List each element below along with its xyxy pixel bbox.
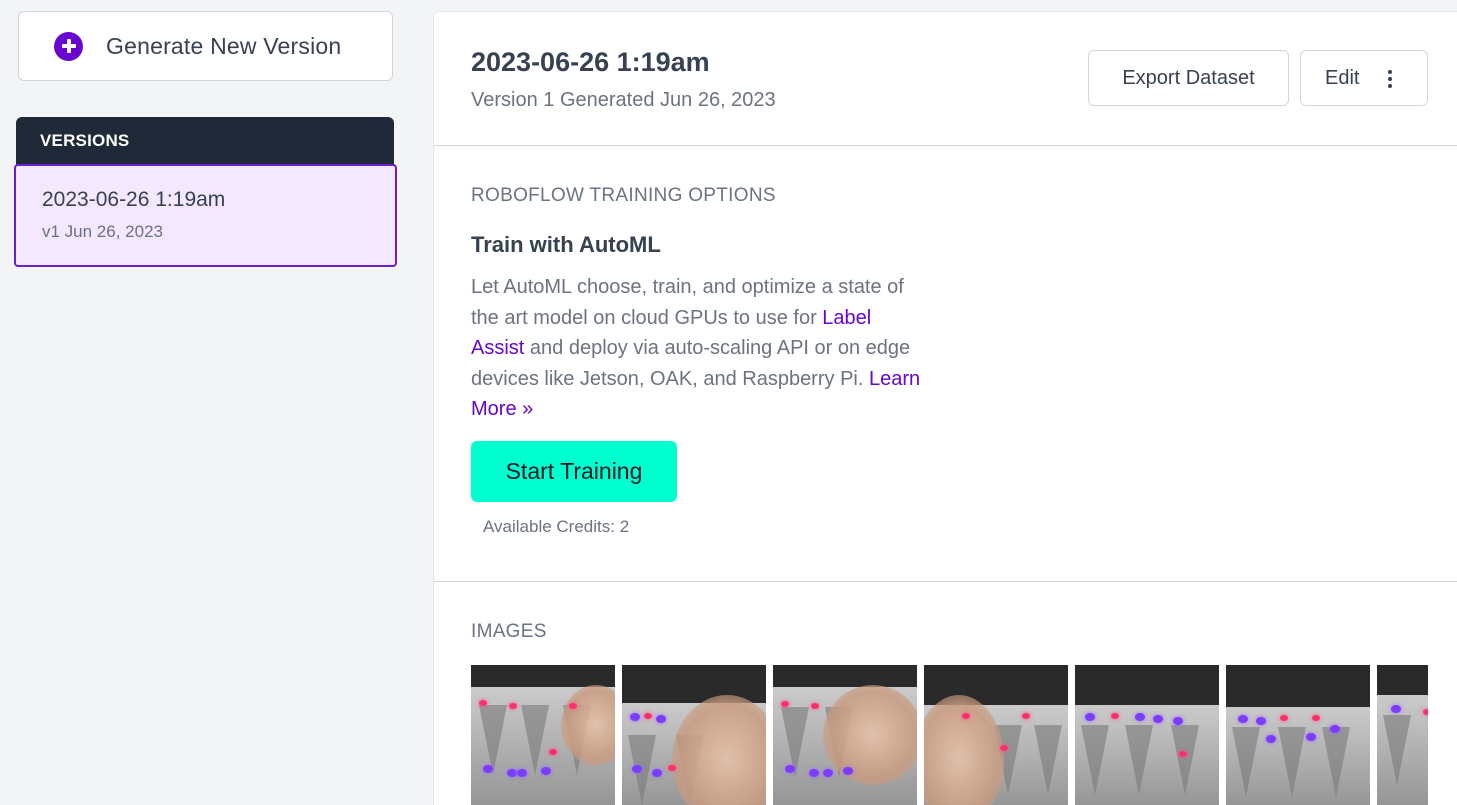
image-thumbnail[interactable] bbox=[1377, 665, 1428, 805]
edit-label: Edit bbox=[1325, 66, 1360, 89]
version-item-title: 2023-06-26 1:19am bbox=[42, 188, 226, 211]
training-description: Let AutoML choose, train, and optimize a… bbox=[471, 272, 921, 425]
start-training-button[interactable]: Start Training bbox=[471, 441, 677, 502]
kebab-menu-icon bbox=[1388, 70, 1392, 88]
available-credits: Available Credits: 2 bbox=[483, 517, 630, 536]
page-title: 2023-06-26 1:19am bbox=[471, 47, 710, 77]
image-thumbnail[interactable] bbox=[1226, 665, 1370, 805]
image-thumbnail[interactable] bbox=[773, 665, 917, 805]
main-panel: 2023-06-26 1:19am Version 1 Generated Ju… bbox=[433, 11, 1457, 805]
training-section-label: ROBOFLOW TRAINING OPTIONS bbox=[471, 185, 776, 206]
version-header: 2023-06-26 1:19am Version 1 Generated Ju… bbox=[434, 12, 1457, 146]
training-heading: Train with AutoML bbox=[471, 232, 661, 257]
versions-heading: VERSIONS bbox=[16, 117, 394, 166]
export-dataset-button[interactable]: Export Dataset bbox=[1088, 50, 1289, 106]
image-thumbnail[interactable] bbox=[471, 665, 615, 805]
image-thumbnail[interactable] bbox=[1075, 665, 1219, 805]
edit-button[interactable]: Edit bbox=[1300, 50, 1428, 106]
training-options-section: ROBOFLOW TRAINING OPTIONS Train with Aut… bbox=[434, 146, 1457, 582]
description-text-2: and deploy via auto-scaling API or on ed… bbox=[471, 337, 911, 390]
version-item-v1[interactable]: 2023-06-26 1:19am v1 Jun 26, 2023 bbox=[14, 164, 397, 267]
image-thumbnail[interactable] bbox=[924, 665, 1068, 805]
generate-new-version-label: Generate New Version bbox=[106, 32, 342, 59]
version-item-subtitle: v1 Jun 26, 2023 bbox=[42, 222, 163, 241]
image-thumbnail-strip bbox=[471, 665, 1428, 805]
image-thumbnail[interactable] bbox=[622, 665, 766, 805]
page-subtitle: Version 1 Generated Jun 26, 2023 bbox=[471, 89, 776, 111]
plus-circle-icon bbox=[54, 31, 83, 61]
images-section-label: IMAGES bbox=[471, 621, 547, 642]
generate-new-version-button[interactable]: Generate New Version bbox=[18, 11, 393, 81]
